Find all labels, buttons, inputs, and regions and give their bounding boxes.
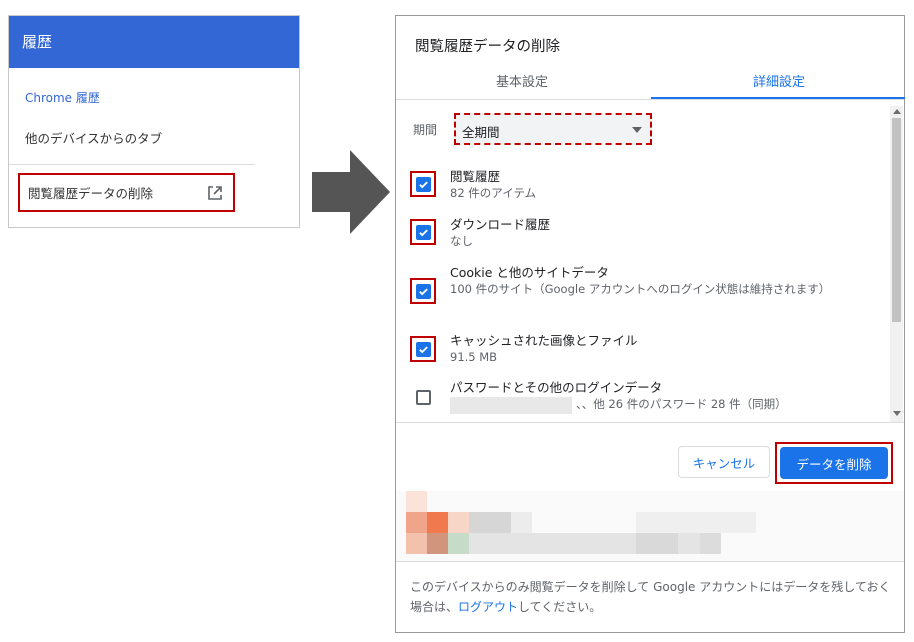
tabs-divider [396, 99, 904, 100]
delete-data-button[interactable]: データを削除 [780, 447, 888, 479]
checkmark-icon [415, 283, 431, 299]
footer-suffix: してください。 [518, 600, 602, 614]
clear-browsing-data-label: 閲覧履歴データの削除 [28, 186, 154, 201]
checkbox-empty [415, 389, 431, 405]
clear-data-dialog: 閲覧履歴データの削除 基本設定 詳細設定 期間 全期間 閲覧履歴 82 件のアイ… [395, 15, 905, 633]
right-arrow-icon [312, 150, 390, 234]
external-link-icon [208, 185, 222, 200]
history-panel: 履歴 Chrome 履歴 他のデバイスからのタブ 閲覧履歴データの削除 [8, 15, 300, 228]
footer-note: このデバイスからのみ閲覧データを削除して Google アカウントにはデータを残… [410, 577, 892, 617]
logout-link[interactable]: ログアウト [458, 600, 518, 614]
blurred-text [450, 397, 572, 414]
option-desc: なし [450, 234, 473, 248]
option-title: 閲覧履歴 [450, 169, 501, 184]
history-divider [9, 164, 255, 165]
option-desc: 、、他 26 件のパスワード 28 件（同期） [576, 397, 787, 411]
period-value: 全期間 [462, 125, 500, 140]
scroll-up-icon[interactable] [893, 109, 901, 114]
clear-browsing-data-link[interactable]: 閲覧履歴データの削除 [18, 173, 235, 212]
cancel-button[interactable]: キャンセル [678, 446, 770, 478]
checkbox-download-history[interactable] [410, 219, 436, 245]
period-label: 期間 [413, 123, 438, 137]
dropdown-caret-icon [632, 127, 642, 133]
account-area-blurred [396, 491, 904, 561]
checkmark-icon [415, 176, 431, 192]
checkbox-cookies[interactable] [410, 278, 436, 304]
history-header: 履歴 [9, 16, 299, 68]
tab-basic[interactable]: 基本設定 [496, 71, 548, 90]
other-devices-tabs-link[interactable]: 他のデバイスからのタブ [25, 128, 162, 147]
checkmark-icon [415, 224, 431, 240]
checkbox-browsing-history[interactable] [410, 171, 436, 197]
checkmark-icon [415, 341, 431, 357]
checkbox-cache[interactable] [410, 336, 436, 362]
period-select[interactable]: 全期間 [454, 113, 652, 145]
option-desc: 82 件のアイテム [450, 186, 537, 200]
scrollbar-thumb[interactable] [892, 118, 901, 322]
tab-advanced[interactable]: 詳細設定 [753, 71, 805, 90]
option-desc: 91.5 MB [450, 350, 498, 364]
option-title: Cookie と他のサイトデータ [450, 265, 609, 280]
dialog-title: 閲覧履歴データの削除 [415, 39, 560, 55]
scroll-down-icon[interactable] [893, 411, 901, 416]
checkbox-passwords[interactable] [410, 384, 436, 410]
content-divider [396, 422, 904, 423]
option-title: ダウンロード履歴 [450, 217, 551, 232]
option-title: パスワードとその他のログインデータ [450, 380, 663, 395]
option-desc: 100 件のサイト（Google アカウントへのログイン状態は維持されます） [450, 282, 831, 296]
footer-divider [396, 561, 904, 562]
option-title: キャッシュされた画像とファイル [450, 333, 638, 348]
chrome-history-link[interactable]: Chrome 履歴 [25, 89, 100, 106]
